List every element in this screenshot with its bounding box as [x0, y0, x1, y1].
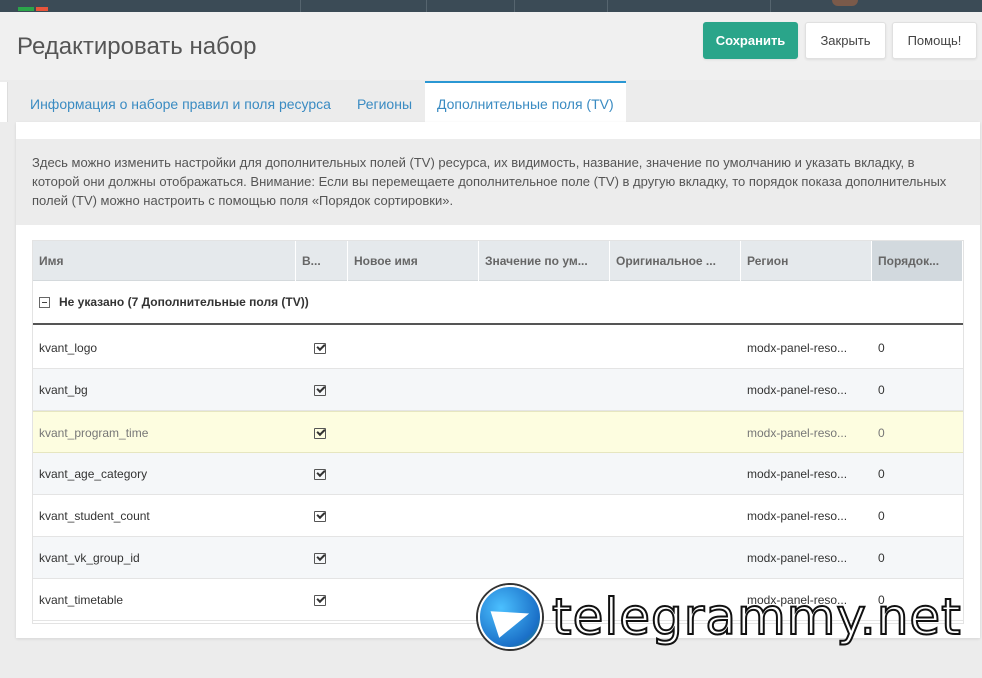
- table-row[interactable]: kvant_logo modx-panel-reso... 0: [33, 327, 963, 369]
- visible-checkbox[interactable]: [314, 579, 326, 621]
- user-avatar[interactable]: [832, 0, 858, 6]
- checkbox-checked-icon: [314, 510, 326, 522]
- visible-checkbox[interactable]: [314, 495, 326, 537]
- panel-description: Здесь можно изменить настройки для допол…: [16, 139, 980, 225]
- tab-bar: Информация о наборе правил и поля ресурс…: [0, 80, 982, 124]
- nav-divider: [300, 0, 301, 12]
- tv-name: kvant_student_count: [39, 509, 150, 523]
- checkbox-checked-icon: [314, 342, 326, 354]
- nav-divider: [770, 0, 771, 12]
- save-button[interactable]: Сохранить: [703, 22, 798, 59]
- visible-checkbox[interactable]: [314, 369, 326, 411]
- checkbox-checked-icon: [314, 427, 326, 439]
- checkbox-checked-icon: [314, 552, 326, 564]
- logo-icon[interactable]: [18, 0, 58, 11]
- collapse-icon[interactable]: [39, 296, 50, 308]
- tv-grid: Имя В... Новое имя Значение по ум... Ори…: [32, 240, 964, 624]
- tv-region: modx-panel-reso...: [747, 426, 848, 440]
- nav-divider: [426, 0, 427, 12]
- watermark-text: telegrammy.net: [551, 587, 962, 647]
- close-button[interactable]: Закрыть: [805, 22, 886, 59]
- table-row[interactable]: kvant_vk_group_id modx-panel-reso... 0: [33, 537, 963, 579]
- tab-regions[interactable]: Регионы: [345, 83, 424, 124]
- telegram-logo-icon: [478, 585, 542, 649]
- tv-name: kvant_vk_group_id: [39, 551, 140, 565]
- tab-template-variables[interactable]: Дополнительные поля (TV): [425, 81, 626, 124]
- tv-region: modx-panel-reso...: [747, 341, 848, 355]
- tv-sort-order: 0: [878, 426, 885, 440]
- group-row[interactable]: Не указано (7 Дополнительные поля (TV)): [33, 281, 963, 325]
- checkbox-checked-icon: [314, 594, 326, 606]
- column-header-new-name[interactable]: Новое имя: [348, 241, 479, 281]
- tv-region: modx-panel-reso...: [747, 551, 848, 565]
- group-label: Не указано (7 Дополнительные поля (TV)): [59, 295, 309, 309]
- table-row[interactable]: kvant_age_category modx-panel-reso... 0: [33, 453, 963, 495]
- tv-region: modx-panel-reso...: [747, 383, 848, 397]
- tv-name: kvant_bg: [39, 383, 88, 397]
- visible-checkbox[interactable]: [314, 412, 326, 454]
- visible-checkbox[interactable]: [314, 453, 326, 495]
- help-button[interactable]: Помощь!: [892, 22, 977, 59]
- column-header-region[interactable]: Регион: [741, 241, 872, 281]
- column-header-visible[interactable]: В...: [296, 241, 348, 281]
- checkbox-checked-icon: [314, 384, 326, 396]
- tv-sort-order: 0: [878, 509, 885, 523]
- column-header-original-value[interactable]: Оригинальное ...: [610, 241, 741, 281]
- table-row[interactable]: kvant_bg modx-panel-reso... 0: [33, 369, 963, 411]
- tv-name: kvant_logo: [39, 341, 98, 355]
- visible-checkbox[interactable]: [314, 537, 326, 579]
- tv-sort-order: 0: [878, 341, 885, 355]
- column-header-sort-order[interactable]: Порядок...: [872, 241, 963, 281]
- tv-region: modx-panel-reso...: [747, 509, 848, 523]
- tv-region: modx-panel-reso...: [747, 467, 848, 481]
- watermark: telegrammy.net: [478, 585, 968, 653]
- column-header-default-value[interactable]: Значение по ум...: [479, 241, 610, 281]
- visible-checkbox[interactable]: [314, 327, 326, 369]
- top-navigation-bar: [0, 0, 982, 12]
- page-title: Редактировать набор: [17, 33, 257, 60]
- tab-set-info[interactable]: Информация о наборе правил и поля ресурс…: [18, 83, 343, 124]
- tv-sort-order: 0: [878, 383, 885, 397]
- column-header-name[interactable]: Имя: [33, 241, 296, 281]
- grid-header: Имя В... Новое имя Значение по ум... Ори…: [33, 241, 963, 281]
- nav-divider: [607, 0, 608, 12]
- table-row[interactable]: kvant_program_time modx-panel-reso... 0: [33, 411, 963, 453]
- nav-divider: [514, 0, 515, 12]
- checkbox-checked-icon: [314, 468, 326, 480]
- tv-sort-order: 0: [878, 467, 885, 481]
- tv-name: kvant_age_category: [39, 467, 148, 481]
- tv-name: kvant_timetable: [39, 593, 124, 607]
- tv-name: kvant_program_time: [39, 426, 149, 440]
- tv-panel: Здесь можно изменить настройки для допол…: [16, 122, 980, 638]
- tv-sort-order: 0: [878, 551, 885, 565]
- table-row[interactable]: kvant_student_count modx-panel-reso... 0: [33, 495, 963, 537]
